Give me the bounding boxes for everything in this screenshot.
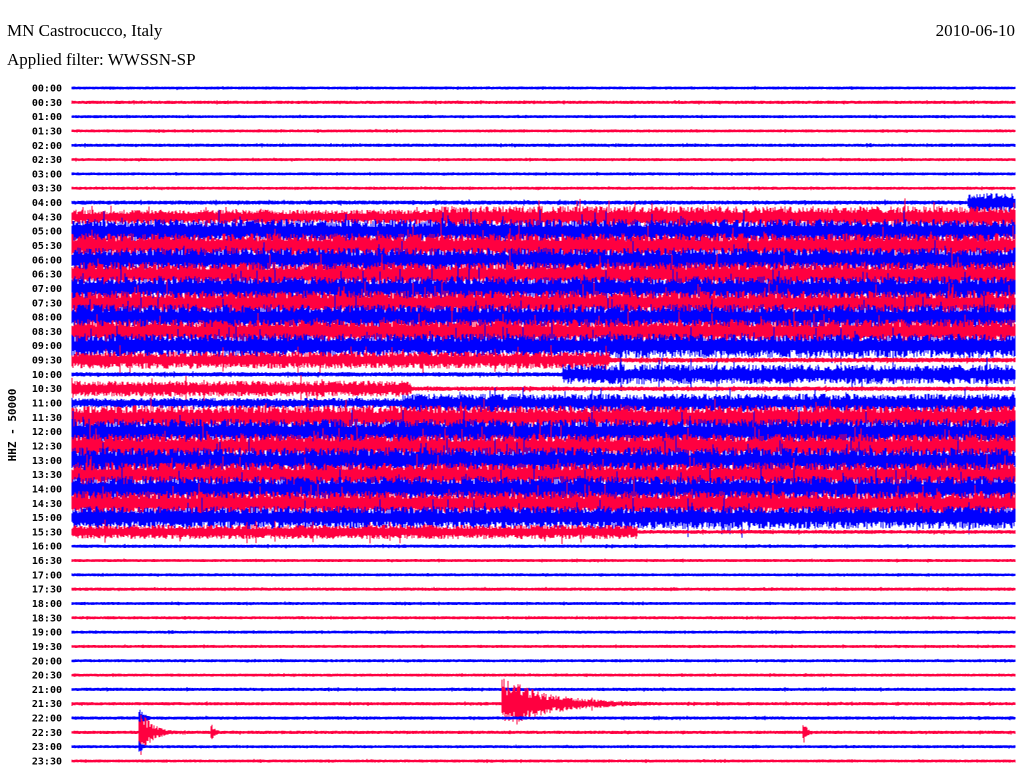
time-label: 13:00 bbox=[32, 456, 62, 467]
time-label: 02:00 bbox=[32, 141, 62, 152]
time-label: 20:30 bbox=[32, 671, 62, 682]
time-label: 11:00 bbox=[32, 399, 62, 410]
time-label: 19:30 bbox=[32, 642, 62, 653]
trace-2300 bbox=[71, 741, 1016, 752]
trace-2100 bbox=[71, 687, 1016, 692]
trace-0330 bbox=[71, 186, 1016, 191]
trace-1830 bbox=[71, 615, 1016, 620]
time-label: 18:30 bbox=[32, 613, 62, 624]
time-label: 17:00 bbox=[32, 570, 62, 581]
time-label: 09:00 bbox=[32, 341, 62, 352]
trace-0030 bbox=[71, 100, 1016, 105]
time-label: 07:30 bbox=[32, 298, 62, 309]
time-label: 09:30 bbox=[32, 356, 62, 367]
time-label: 07:00 bbox=[32, 284, 62, 295]
trace-0200 bbox=[71, 142, 1016, 148]
time-label: 06:00 bbox=[32, 255, 62, 266]
trace-1930 bbox=[71, 644, 1016, 649]
trace-0130 bbox=[71, 128, 1016, 133]
time-label: 01:00 bbox=[32, 112, 62, 123]
time-label: 16:00 bbox=[32, 542, 62, 553]
time-label: 20:00 bbox=[32, 656, 62, 667]
trace-2330 bbox=[71, 758, 1016, 764]
trace-1600 bbox=[71, 543, 1016, 549]
time-label: 02:30 bbox=[32, 155, 62, 166]
time-label: 01:30 bbox=[32, 126, 62, 137]
trace-0100 bbox=[71, 114, 1016, 119]
trace-1730 bbox=[71, 586, 1016, 592]
time-label: 14:30 bbox=[32, 499, 62, 510]
trace-2030 bbox=[71, 673, 1016, 678]
trace-1700 bbox=[71, 572, 1016, 577]
time-label: 08:30 bbox=[32, 327, 62, 338]
trace-2230 bbox=[71, 715, 1016, 755]
trace-0300 bbox=[71, 171, 1016, 176]
time-label: 11:30 bbox=[32, 413, 62, 424]
time-label: 13:30 bbox=[32, 470, 62, 481]
time-label: 05:00 bbox=[32, 227, 62, 238]
time-label: 14:00 bbox=[32, 484, 62, 495]
time-label: 22:30 bbox=[32, 728, 62, 739]
y-axis-label: HHZ - 50000 bbox=[6, 389, 19, 462]
trace-1900 bbox=[71, 630, 1016, 635]
time-label: 06:30 bbox=[32, 270, 62, 281]
time-label: 10:00 bbox=[32, 370, 62, 381]
time-label: 15:00 bbox=[32, 513, 62, 524]
time-label: 03:00 bbox=[32, 169, 62, 180]
time-label: 04:30 bbox=[32, 212, 62, 223]
time-label: 00:30 bbox=[32, 98, 62, 109]
time-label: 18:00 bbox=[32, 599, 62, 610]
time-label: 05:30 bbox=[32, 241, 62, 252]
time-label: 04:00 bbox=[32, 198, 62, 209]
time-label: 22:00 bbox=[32, 714, 62, 725]
time-label: 16:30 bbox=[32, 556, 62, 567]
trace-2000 bbox=[71, 658, 1016, 663]
trace-0000 bbox=[71, 85, 1016, 91]
trace-1630 bbox=[71, 558, 1016, 563]
trace-0230 bbox=[71, 157, 1016, 162]
time-label: 19:00 bbox=[32, 628, 62, 639]
trace-1800 bbox=[71, 601, 1016, 606]
time-label: 23:30 bbox=[32, 757, 62, 768]
time-label: 00:00 bbox=[32, 84, 62, 95]
time-label: 12:00 bbox=[32, 427, 62, 438]
time-label: 03:30 bbox=[32, 184, 62, 195]
helicorder-plot: HHZ - 50000 00:00 00:30 01:00 01:30 02:00 02:… bbox=[6, 84, 1016, 768]
time-label: 23:00 bbox=[32, 742, 62, 753]
time-label: 10:30 bbox=[32, 384, 62, 395]
time-label: 21:30 bbox=[32, 699, 62, 710]
time-label: 21:00 bbox=[32, 685, 62, 696]
time-label: 17:30 bbox=[32, 585, 62, 596]
time-label: 15:30 bbox=[32, 527, 62, 538]
time-label: 12:30 bbox=[32, 441, 62, 452]
time-label: 08:00 bbox=[32, 313, 62, 324]
